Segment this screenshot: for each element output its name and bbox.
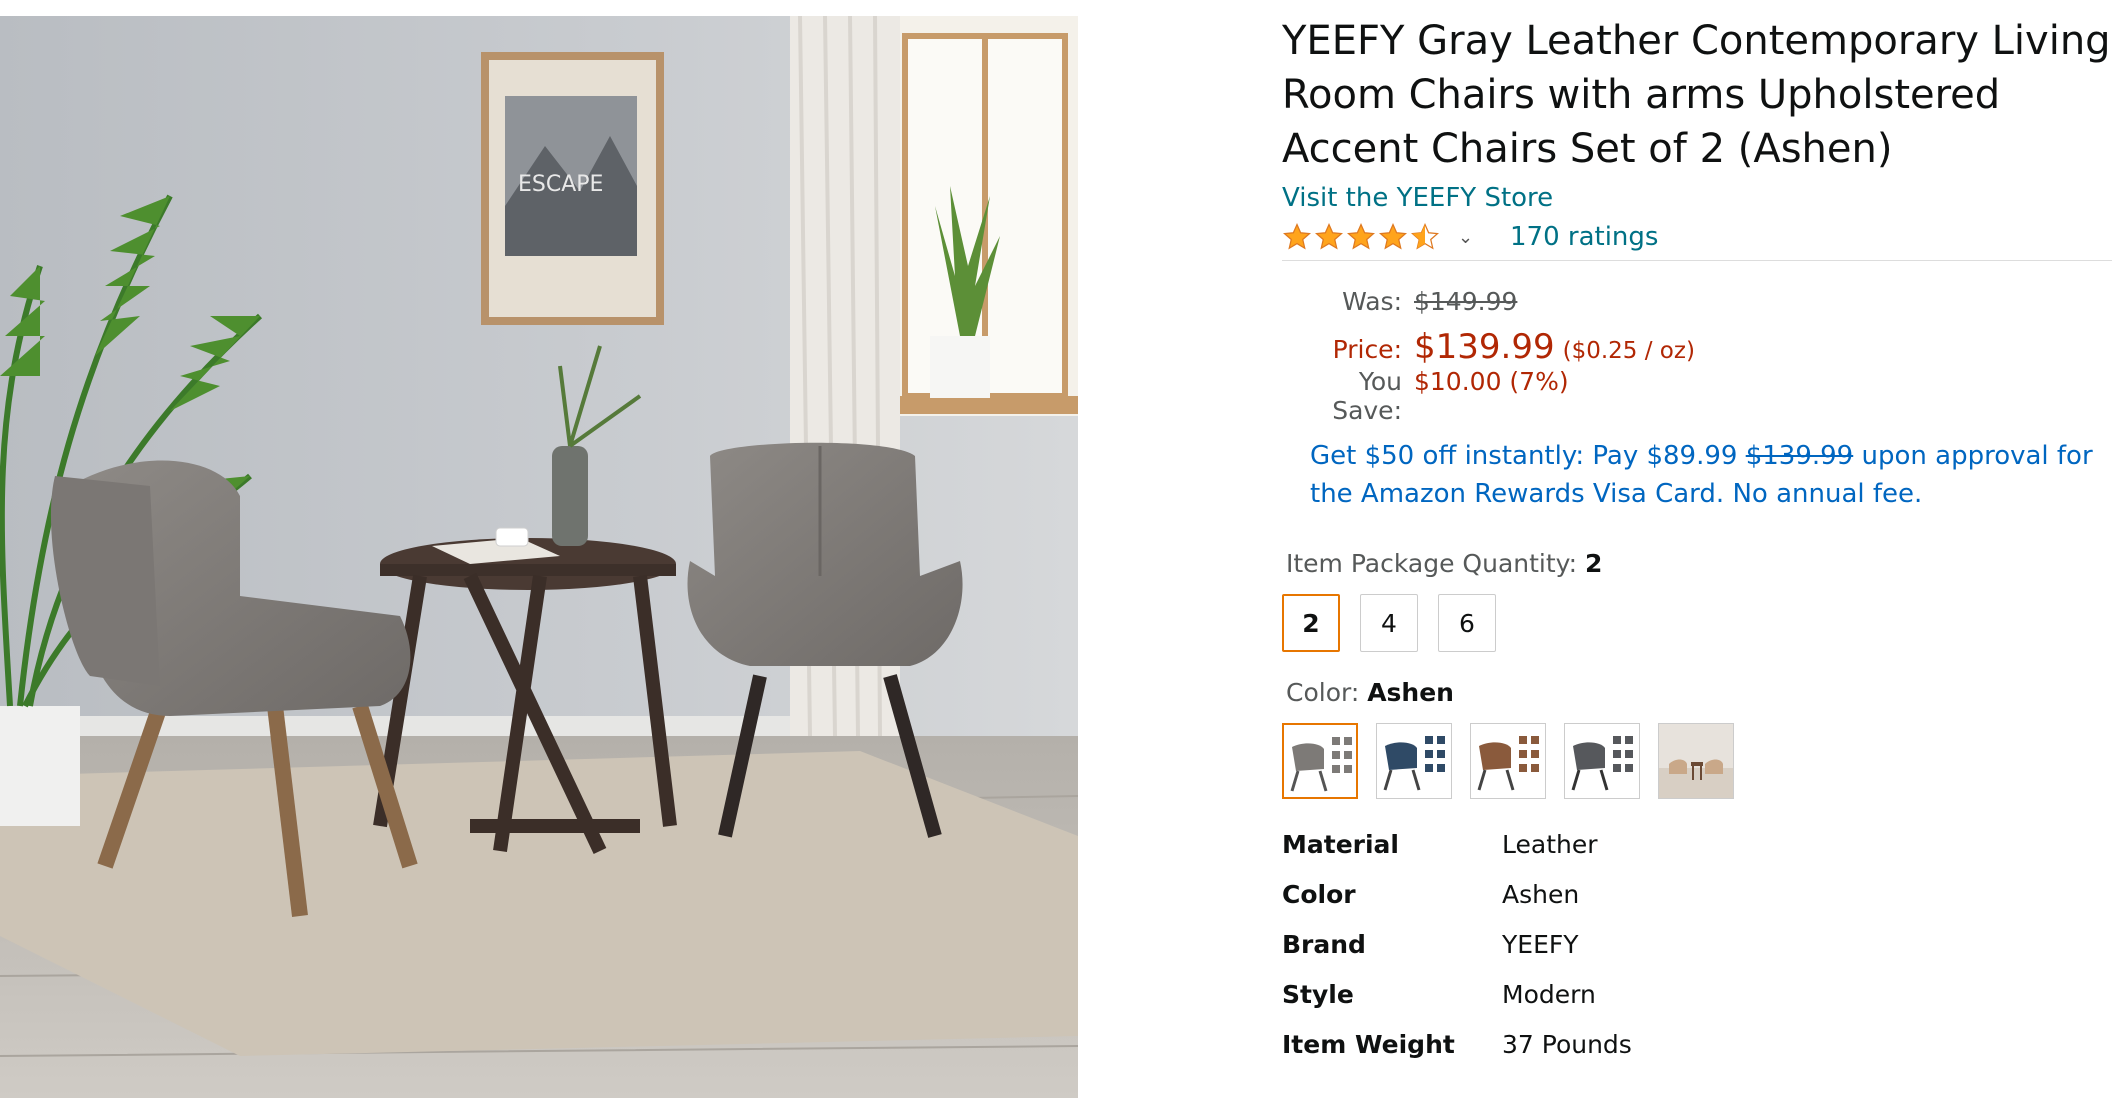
spec-row: Item Weight 37 Pounds bbox=[1282, 1019, 2112, 1069]
color-swatch-dark-gray[interactable] bbox=[1564, 723, 1640, 799]
current-price: $139.99 bbox=[1414, 327, 1555, 367]
unit-price: ($0.25 / oz) bbox=[1562, 338, 1695, 364]
poster-text: ESCAPE bbox=[518, 172, 603, 197]
color-swatch-thumbnail bbox=[1477, 736, 1539, 791]
product-title: YEEFY Gray Leather Contemporary Living R… bbox=[1282, 18, 2111, 172]
star-full-icon bbox=[1282, 222, 1312, 250]
color-selected-value: Ashen bbox=[1367, 678, 1454, 707]
spec-key: Item Weight bbox=[1282, 1029, 1455, 1059]
color-swatch-thumbnail bbox=[1383, 736, 1445, 791]
color-swatch-room-scene[interactable] bbox=[1658, 723, 1734, 799]
quantity-options: 2 4 6 bbox=[1282, 594, 2112, 652]
you-save-label: You Save: bbox=[1332, 367, 1402, 425]
ratings-count-link[interactable]: 170 ratings bbox=[1510, 222, 1658, 252]
color-swatch-brown[interactable] bbox=[1470, 723, 1546, 799]
you-save-amount: $10.00 (7%) bbox=[1414, 367, 1569, 396]
spec-key: Brand bbox=[1282, 929, 1366, 959]
spec-row: Brand YEEFY bbox=[1282, 919, 2112, 969]
star-rating[interactable] bbox=[1282, 222, 1440, 252]
was-label: Was: bbox=[1342, 287, 1402, 316]
color-label: Color: Ashen bbox=[1286, 678, 2112, 707]
promo-strike-price: $139.99 bbox=[1745, 441, 1854, 471]
spec-row: Style Modern bbox=[1282, 969, 2112, 1019]
chevron-down-icon[interactable]: ⌄ bbox=[1458, 227, 1480, 248]
star-full-icon bbox=[1346, 222, 1376, 250]
product-specs-table: Material Leather Color Ashen Brand YEEFY St… bbox=[1282, 819, 2112, 1069]
quantity-label: Item Package Quantity: 2 bbox=[1286, 549, 2112, 578]
star-full-icon bbox=[1378, 222, 1408, 250]
price-block: Was: $149.99 Price: $139.99 ($0.25 / oz)… bbox=[1282, 287, 2112, 425]
spec-value: 37 Pounds bbox=[1502, 1029, 1632, 1059]
current-price-row: Price: $139.99 ($0.25 / oz) bbox=[1282, 327, 2112, 367]
color-swatch-thumbnail bbox=[1290, 737, 1352, 792]
star-half-icon bbox=[1410, 222, 1440, 250]
product-info-panel: YEEFY Gray Leather Contemporary Living R… bbox=[1282, 14, 2112, 1069]
quantity-label-text: Item Package Quantity: bbox=[1286, 549, 1586, 578]
credit-card-promo-link[interactable]: Get $50 off instantly: Pay $89.99 $139.9… bbox=[1310, 437, 2100, 513]
spec-value: YEEFY bbox=[1502, 929, 1579, 959]
spec-row: Color Ashen bbox=[1282, 869, 2112, 919]
star-full-icon bbox=[1314, 222, 1344, 250]
quantity-option-4[interactable]: 4 bbox=[1360, 594, 1418, 652]
color-swatch-ashen[interactable] bbox=[1282, 723, 1358, 799]
was-price-row: Was: $149.99 bbox=[1282, 287, 2112, 327]
product-main-image[interactable]: ESCAPE bbox=[0, 16, 1078, 1098]
quantity-option-6[interactable]: 6 bbox=[1438, 594, 1496, 652]
you-save-row: You Save: $10.00 (7%) bbox=[1282, 367, 2112, 425]
spec-key: Material bbox=[1282, 829, 1399, 859]
color-swatch-thumbnail bbox=[1659, 724, 1733, 798]
quantity-selected-value: 2 bbox=[1585, 549, 1603, 578]
was-price: $149.99 bbox=[1414, 287, 1518, 316]
promo-text-part1: Get $50 off instantly: Pay $89.99 bbox=[1310, 441, 1746, 471]
color-options bbox=[1282, 723, 2112, 799]
spec-key: Style bbox=[1282, 979, 1354, 1009]
spec-row: Material Leather bbox=[1282, 819, 2112, 869]
color-label-text: Color: bbox=[1286, 678, 1368, 707]
product-photo: ESCAPE bbox=[0, 16, 1078, 1098]
visit-store-link[interactable]: Visit the YEEFY Store bbox=[1282, 182, 1553, 214]
spec-value: Modern bbox=[1502, 979, 1596, 1009]
rating-row: ⌄ 170 ratings bbox=[1282, 216, 2112, 261]
spec-value: Leather bbox=[1502, 829, 1598, 859]
color-swatch-blue[interactable] bbox=[1376, 723, 1452, 799]
spec-key: Color bbox=[1282, 879, 1356, 909]
quantity-option-2[interactable]: 2 bbox=[1282, 594, 1340, 652]
price-label: Price: bbox=[1332, 335, 1402, 364]
color-swatch-thumbnail bbox=[1571, 736, 1633, 791]
spec-value: Ashen bbox=[1502, 879, 1580, 909]
